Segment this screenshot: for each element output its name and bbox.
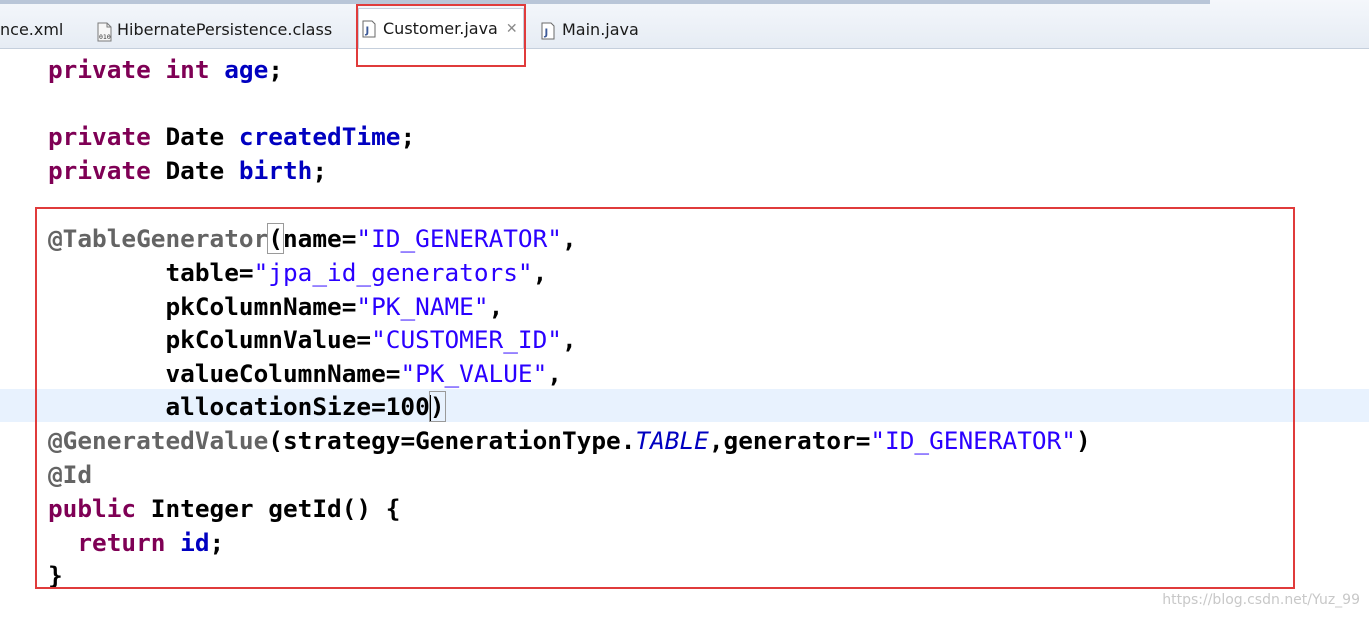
svg-text:010: 010 [99, 33, 111, 41]
java-file-icon: J [540, 22, 555, 39]
code-line-table-generator[interactable]: @TableGenerator(name="ID_GENERATOR", [48, 222, 577, 255]
code-line-age[interactable]: private int age; [48, 53, 283, 86]
code-line-get-id[interactable]: public Integer getId() { [48, 492, 400, 525]
code-line-return[interactable]: return id; [48, 526, 224, 559]
tab-hibernate-persistence-class[interactable]: 010 HibernatePersistence.class [95, 14, 332, 46]
java-file-icon: J [361, 20, 376, 38]
code-line-close-brace[interactable]: } [48, 559, 63, 592]
code-line-value-column-name[interactable]: valueColumnName="PK_VALUE", [48, 357, 562, 390]
code-line-table[interactable]: table="jpa_id_generators", [48, 256, 547, 289]
tab-label: Main.java [562, 20, 639, 39]
matched-bracket-close: ) [428, 391, 446, 422]
tab-bar-top-border [0, 0, 1210, 4]
svg-text:J: J [365, 26, 370, 37]
editor-tab-bar: nce.xml 010 HibernatePersistence.class J… [0, 0, 1369, 49]
tab-customer-java[interactable]: J Customer.java ✕ [358, 8, 524, 48]
tab-label: Customer.java [383, 18, 498, 38]
tab-label: nce.xml [0, 20, 64, 39]
tab-label: HibernatePersistence.class [117, 20, 333, 39]
code-line-pk-column-name[interactable]: pkColumnName="PK_NAME", [48, 290, 503, 323]
code-line-birth[interactable]: private Date birth; [48, 154, 327, 187]
watermark: https://blog.csdn.net/Yuz_99 [1162, 592, 1360, 608]
tab-main-java[interactable]: J Main.java [540, 14, 639, 46]
class-file-icon: 010 [95, 22, 112, 41]
code-line-pk-column-value[interactable]: pkColumnValue="CUSTOMER_ID", [48, 323, 576, 356]
code-line-allocation-size[interactable]: allocationSize=100) [48, 390, 446, 423]
code-line-created-time[interactable]: private Date createdTime; [48, 120, 415, 153]
code-line-id-annotation[interactable]: @Id [48, 458, 92, 491]
code-line-generated-value[interactable]: @GeneratedValue(strategy=GenerationType.… [48, 424, 1091, 457]
close-icon[interactable]: ✕ [506, 21, 518, 37]
matched-bracket-open: ( [267, 223, 284, 254]
code-editor[interactable]: private int age; private Date createdTim… [0, 49, 1369, 617]
svg-text:J: J [544, 27, 549, 38]
tab-persistence-xml[interactable]: nce.xml [0, 14, 63, 46]
